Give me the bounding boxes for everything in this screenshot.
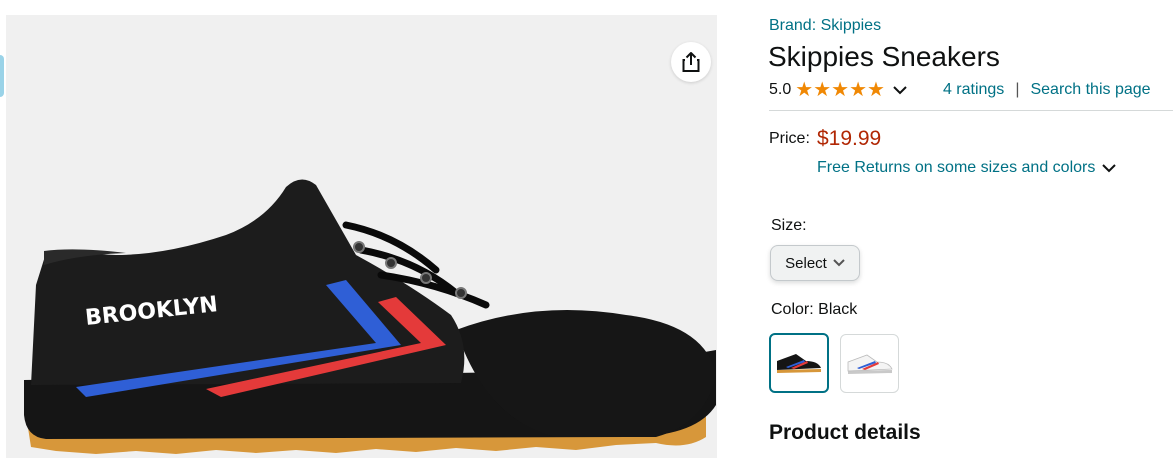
product-image-panel[interactable]: BROOKLYN [6, 15, 717, 458]
chevron-down-icon [1102, 164, 1117, 173]
free-returns-link[interactable]: Free Returns on some sizes and colors [817, 159, 1117, 177]
star-icon: ★ [795, 79, 814, 101]
chevron-down-icon[interactable] [893, 85, 907, 95]
color-swatch-white[interactable] [840, 334, 899, 393]
star-icon: ★ [831, 79, 850, 101]
separator: | [1015, 81, 1020, 98]
star-icon: ★ [813, 79, 832, 101]
price: $19.99 [817, 127, 882, 150]
rating-row: 5.0 ★ ★ ★ ★ ★ 4 ratings | Search this pa… [769, 80, 1161, 100]
chevron-down-icon [833, 259, 845, 267]
color-value: Black [818, 301, 858, 318]
price-label: Price: [769, 130, 810, 147]
color-label: Color: Black [771, 301, 857, 319]
color-label-text: Color: [771, 301, 814, 318]
size-select[interactable]: Select [770, 245, 860, 281]
search-page-link[interactable]: Search this page [1030, 81, 1150, 99]
brand-link[interactable]: Brand: Skippies [769, 17, 881, 35]
star-icon: ★ [867, 79, 885, 101]
color-swatch-black[interactable] [769, 333, 829, 393]
product-title: Skippies Sneakers [768, 41, 1000, 72]
white-sneaker-thumbnail [847, 354, 893, 374]
free-returns-text: Free Returns on some sizes and colors [817, 159, 1096, 176]
rating-value: 5.0 [769, 81, 792, 98]
product-details-heading: Product details [769, 421, 921, 444]
size-label: Size: [771, 217, 807, 234]
star-icon: ★ [849, 79, 867, 101]
divider [769, 110, 1173, 111]
star-rating[interactable]: ★ ★ ★ ★ ★ [795, 80, 885, 100]
sneaker-image: BROOKLYN [24, 179, 716, 454]
ratings-link[interactable]: 4 ratings [943, 81, 1004, 99]
size-select-value: Select [785, 254, 827, 272]
black-sneaker-thumbnail [777, 354, 821, 373]
share-button[interactable] [671, 42, 711, 82]
carousel-indicator [0, 55, 4, 97]
share-icon [682, 52, 700, 72]
